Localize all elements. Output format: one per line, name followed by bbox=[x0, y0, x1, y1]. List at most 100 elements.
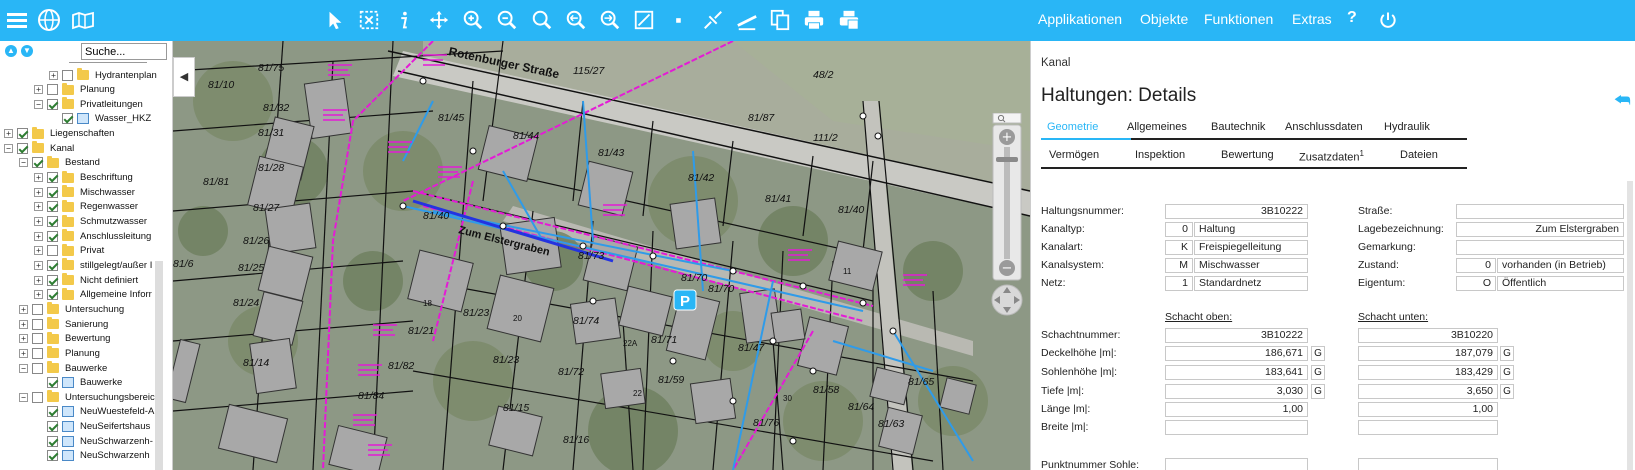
layer-checkbox[interactable] bbox=[32, 347, 43, 359]
layer-checkbox[interactable] bbox=[47, 216, 58, 227]
layer-checkbox[interactable] bbox=[47, 172, 58, 184]
tree-item[interactable]: NeuSchwarzenh bbox=[34, 449, 150, 463]
tree-item[interactable]: NeuSeifertshaus bbox=[34, 420, 150, 434]
expand-toggle-icon[interactable]: + bbox=[34, 275, 43, 285]
tree-item[interactable]: + Hydrantenplan bbox=[49, 68, 157, 82]
layer-checkbox[interactable] bbox=[32, 303, 43, 315]
tree-item[interactable]: + Bewertung bbox=[19, 331, 110, 346]
schacht-unten-field[interactable]: 187,079 bbox=[1358, 346, 1498, 361]
code-field[interactable]: K bbox=[1165, 240, 1193, 255]
code-field[interactable]: 1 bbox=[1165, 276, 1193, 291]
map-view[interactable]: 18 20 22A 22 11 30 Rotenburger Straße Zum Elste… bbox=[173, 41, 1030, 470]
measure-line-icon[interactable] bbox=[630, 6, 658, 34]
collapse-tree-button[interactable]: ◀ bbox=[173, 57, 195, 97]
expand-toggle-icon[interactable]: + bbox=[34, 231, 43, 241]
tree-item[interactable]: + Planung bbox=[19, 346, 100, 360]
layer-checkbox[interactable] bbox=[47, 84, 58, 96]
menu-objekte[interactable]: Objekte bbox=[1140, 11, 1188, 27]
expand-toggle-icon[interactable]: + bbox=[49, 70, 58, 80]
schacht-unten-field[interactable] bbox=[1358, 420, 1498, 435]
layer-checkbox[interactable] bbox=[47, 230, 58, 242]
layer-checkbox[interactable] bbox=[47, 274, 58, 286]
point-icon[interactable] bbox=[664, 6, 692, 34]
menu-funktionen[interactable]: Funktionen bbox=[1204, 11, 1273, 27]
value-field[interactable]: Öffentlich bbox=[1497, 276, 1624, 291]
tree-item[interactable]: − Bauwerke bbox=[19, 361, 107, 375]
tree-item[interactable]: + Schmutzwasser bbox=[34, 214, 147, 229]
map-book-icon[interactable] bbox=[69, 6, 97, 34]
schacht-unten-field[interactable]: 3,650 bbox=[1358, 384, 1498, 399]
copy-icon[interactable] bbox=[766, 6, 794, 34]
schacht-oben-field[interactable] bbox=[1165, 420, 1308, 435]
schacht-oben-field[interactable]: 3,030 bbox=[1165, 384, 1308, 399]
value-field[interactable] bbox=[1456, 204, 1624, 219]
expand-toggle-icon[interactable]: − bbox=[34, 99, 43, 109]
expand-toggle-icon[interactable]: − bbox=[19, 392, 28, 402]
map-canvas[interactable]: 182022A221130Rotenburger StraßeZum Elste… bbox=[173, 41, 1030, 470]
value-field[interactable]: Zum Elstergraben bbox=[1456, 222, 1624, 237]
punkt-unten-field[interactable] bbox=[1358, 458, 1498, 470]
expand-toggle-icon[interactable]: + bbox=[34, 85, 43, 95]
menu-extras[interactable]: Extras bbox=[1292, 11, 1332, 27]
expand-toggle-icon[interactable]: − bbox=[19, 363, 28, 373]
value-field[interactable]: Freispiegelleitung bbox=[1194, 240, 1308, 255]
layer-checkbox[interactable] bbox=[32, 157, 43, 169]
expand-toggle-icon[interactable]: + bbox=[19, 348, 28, 358]
layer-checkbox[interactable] bbox=[32, 318, 43, 330]
schacht-unten-field[interactable]: 1,00 bbox=[1358, 402, 1498, 417]
expand-toggle-icon[interactable]: + bbox=[34, 187, 43, 197]
code-field[interactable]: 0 bbox=[1456, 258, 1496, 273]
tree-item[interactable]: + Beschriftung bbox=[34, 170, 133, 185]
g-button[interactable]: G bbox=[1311, 346, 1325, 361]
layer-checkbox[interactable] bbox=[32, 333, 43, 345]
tree-scrollbar[interactable] bbox=[155, 261, 163, 470]
tab-bewertung[interactable]: Bewertung bbox=[1221, 149, 1274, 169]
tree-item[interactable]: + Allgemeine Inforr bbox=[34, 287, 152, 302]
g-button[interactable]: G bbox=[1311, 384, 1325, 399]
pan-icon[interactable] bbox=[425, 6, 453, 34]
layer-checkbox[interactable] bbox=[62, 113, 73, 125]
layer-checkbox[interactable] bbox=[47, 259, 58, 271]
tree-item[interactable]: − Untersuchungsbereic bbox=[19, 390, 155, 404]
g-button[interactable]: G bbox=[1500, 346, 1514, 361]
print-icon[interactable] bbox=[800, 6, 828, 34]
menu-applikationen[interactable]: Applikationen bbox=[1038, 11, 1122, 27]
tree-item[interactable]: + Regenwasser bbox=[34, 199, 138, 214]
print-pdf-icon[interactable] bbox=[835, 6, 863, 34]
layer-checkbox[interactable] bbox=[47, 186, 58, 198]
code-field[interactable]: M bbox=[1165, 258, 1193, 273]
expand-toggle-icon[interactable]: + bbox=[34, 202, 43, 212]
tree-item[interactable]: + Anschlussleitung bbox=[34, 229, 151, 243]
back-arrow-icon[interactable]: ⮪ bbox=[1614, 90, 1631, 111]
g-button[interactable]: G bbox=[1500, 365, 1514, 380]
zoom-out-icon[interactable] bbox=[493, 6, 521, 34]
layer-checkbox[interactable] bbox=[17, 142, 28, 154]
tree-item[interactable]: NeuWuestefeld-A bbox=[34, 405, 154, 419]
zoom-search-icon[interactable] bbox=[528, 6, 556, 34]
expand-toggle-icon[interactable]: + bbox=[19, 319, 28, 329]
g-button[interactable]: G bbox=[1500, 384, 1514, 399]
code-field[interactable]: O bbox=[1456, 276, 1496, 291]
select-box-icon[interactable] bbox=[355, 6, 383, 34]
layer-checkbox[interactable] bbox=[47, 377, 58, 389]
layer-search-input[interactable] bbox=[81, 43, 167, 60]
panel-scrollbar[interactable] bbox=[1627, 181, 1633, 470]
zoom-next-icon[interactable] bbox=[596, 6, 624, 34]
pointer-icon[interactable] bbox=[321, 6, 349, 34]
tree-item[interactable]: + Nicht definiert bbox=[34, 273, 138, 287]
value-field[interactable]: Mischwasser bbox=[1194, 258, 1308, 273]
tree-item[interactable]: + Privat bbox=[34, 243, 104, 258]
redline-icon[interactable] bbox=[699, 6, 727, 34]
power-icon[interactable] bbox=[1374, 6, 1402, 34]
tree-item[interactable]: + Sanierung bbox=[19, 317, 108, 331]
layer-checkbox[interactable] bbox=[62, 69, 73, 81]
schacht-oben-field[interactable]: 186,671 bbox=[1165, 346, 1308, 361]
value-field[interactable]: vorhanden (in Betrieb) bbox=[1497, 258, 1624, 273]
schacht-oben-field[interactable]: 183,641 bbox=[1165, 365, 1308, 380]
zoom-in-icon[interactable] bbox=[459, 6, 487, 34]
layer-checkbox[interactable] bbox=[17, 128, 28, 140]
tree-item[interactable]: − Bestand bbox=[19, 155, 100, 170]
globe-icon[interactable] bbox=[35, 6, 63, 34]
schacht-oben-field[interactable]: 3B10222 bbox=[1165, 328, 1308, 343]
layer-checkbox[interactable] bbox=[47, 421, 58, 433]
